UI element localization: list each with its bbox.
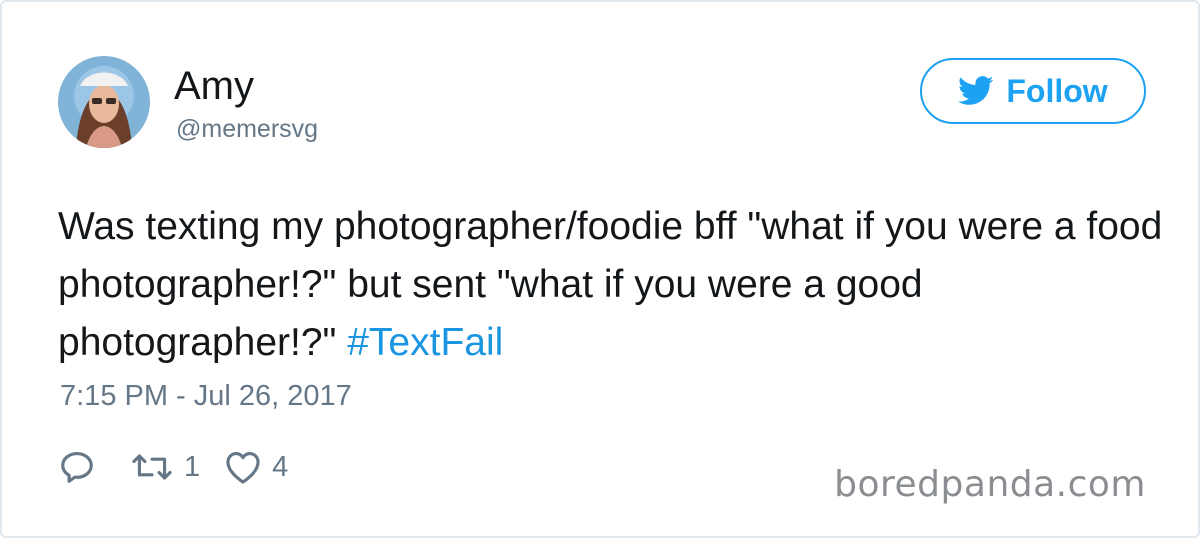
retweet-count: 1 [184,450,201,483]
hashtag-link[interactable]: #TextFail [347,321,503,364]
source-watermark: boredpanda.com [834,464,1146,505]
tweet-body: Was texting my photographer/foodie bff "… [58,205,1163,364]
follow-button[interactable]: Follow [920,58,1146,124]
tweet-card: Amy @memersvg Follow Was texting my phot… [0,0,1200,538]
retweet-button[interactable]: 1 [130,449,200,485]
tweet-timestamp[interactable]: 7:15 PM - Jul 26, 2017 [60,378,352,414]
reply-button[interactable] [58,448,106,486]
display-name[interactable]: Amy [174,62,254,110]
avatar-image [58,56,150,148]
tweet-text: Was texting my photographer/foodie bff "… [58,198,1168,372]
tweet-actions: 1 4 [58,448,288,486]
heart-icon [224,449,262,485]
user-handle[interactable]: @memersvg [176,114,318,144]
retweet-icon [130,449,174,485]
avatar[interactable] [58,56,150,148]
like-count: 4 [272,450,289,483]
twitter-bird-icon [958,76,994,106]
follow-label: Follow [1006,72,1108,109]
like-button[interactable]: 4 [224,449,288,485]
reply-icon [58,448,96,486]
